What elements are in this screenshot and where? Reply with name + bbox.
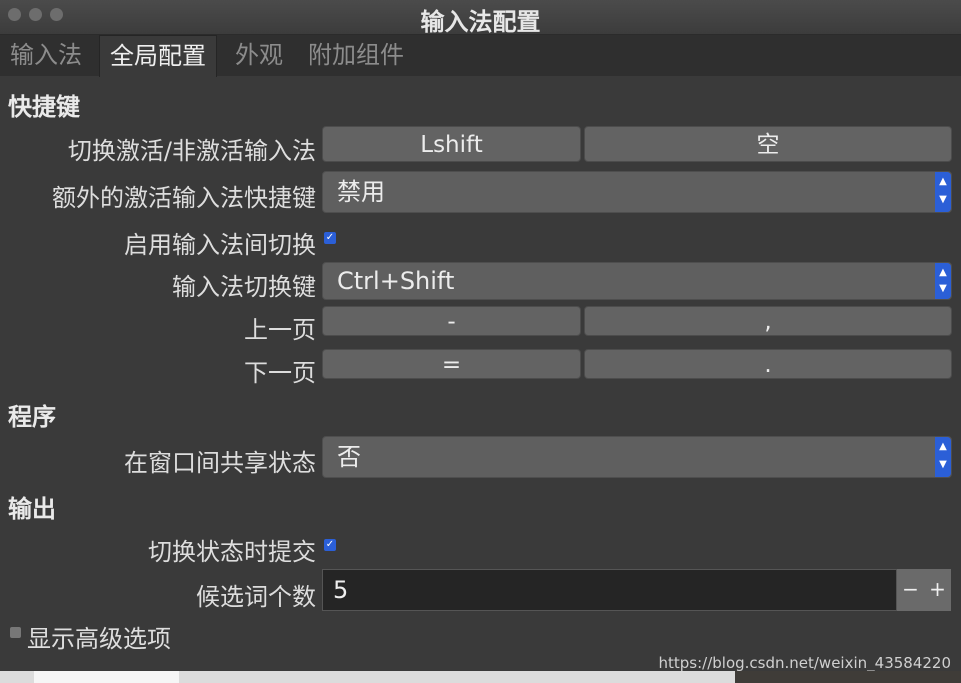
extra-shortcut-select[interactable]: 禁用 ▲ ▼ (322, 171, 952, 213)
switch-key-label: 输入法切换键 (172, 273, 316, 301)
share-state-select[interactable]: 否 ▲ ▼ (322, 436, 952, 478)
advanced-options-checkbox[interactable] (10, 627, 21, 638)
candidates-decrement-button[interactable]: − (897, 569, 924, 611)
toggle-key2-button[interactable]: 空 (584, 126, 952, 162)
title-bar: 输入法配置 (0, 0, 961, 36)
section-program: 程序 (8, 403, 56, 431)
prev-page-label: 上一页 (244, 316, 316, 344)
commit-on-switch-checkbox[interactable]: ✓ (324, 539, 336, 551)
background-image (735, 671, 961, 683)
select-arrows-icon: ▲ ▼ (935, 437, 951, 477)
switch-key-select[interactable]: Ctrl+Shift ▲ ▼ (322, 262, 952, 300)
extra-shortcut-label: 额外的激活输入法快捷键 (52, 184, 316, 212)
next-page-key1-button[interactable]: = (322, 349, 581, 379)
input-method-config-window: 输入法配置 输入法 全局配置 外观 附加组件 快捷键 切换激活/非激活输入法 L… (0, 0, 961, 671)
enable-switch-checkbox[interactable]: ✓ (324, 232, 336, 244)
watermark-text: https://blog.csdn.net/weixin_43584220 (658, 654, 951, 671)
select-arrows-icon: ▲ ▼ (935, 172, 951, 212)
candidates-increment-button[interactable]: + (924, 569, 951, 611)
section-output: 输出 (8, 495, 56, 523)
select-arrows-icon: ▲ ▼ (935, 263, 951, 299)
tab-global-config[interactable]: 全局配置 (99, 35, 217, 77)
next-page-key2-button[interactable]: . (584, 349, 952, 379)
tab-appearance[interactable]: 外观 (225, 35, 293, 76)
extra-shortcut-value: 禁用 (337, 178, 385, 206)
next-page-label: 下一页 (244, 359, 316, 387)
prev-page-key2-button[interactable]: , (584, 306, 952, 336)
share-state-label: 在窗口间共享状态 (124, 449, 316, 477)
tab-input-method[interactable]: 输入法 (0, 35, 92, 76)
candidates-label: 候选词个数 (196, 583, 316, 611)
background-strip (34, 671, 179, 683)
window-title: 输入法配置 (420, 8, 541, 36)
commit-on-switch-label: 切换状态时提交 (148, 538, 316, 566)
tab-addons[interactable]: 附加组件 (298, 35, 414, 76)
toggle-label: 切换激活/非激活输入法 (67, 137, 316, 165)
toggle-key1-button[interactable]: Lshift (322, 126, 581, 162)
switch-key-value: Ctrl+Shift (337, 267, 455, 295)
prev-page-key1-button[interactable]: - (322, 306, 581, 336)
tab-bar: 输入法 全局配置 外观 附加组件 (0, 35, 961, 77)
section-shortcuts: 快捷键 (8, 93, 80, 121)
candidates-input[interactable]: 5 (322, 569, 897, 611)
share-state-value: 否 (337, 443, 361, 471)
advanced-options-label: 显示高级选项 (27, 625, 171, 653)
enable-switch-label: 启用输入法间切换 (124, 231, 316, 259)
